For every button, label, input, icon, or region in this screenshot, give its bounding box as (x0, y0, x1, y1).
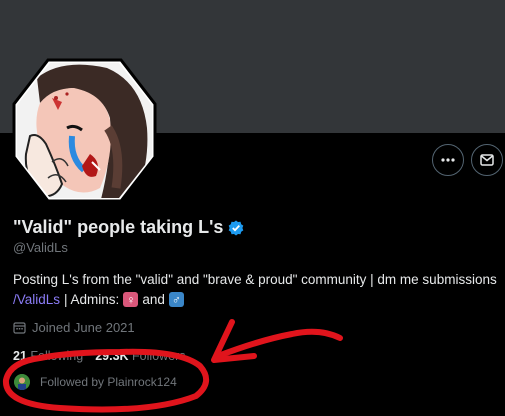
message-button[interactable] (471, 144, 503, 176)
display-name: "Valid" people taking L's (13, 217, 224, 237)
bio-admins-label: | Admins: (64, 292, 120, 307)
follower-avatar (14, 374, 30, 390)
profile-avatar[interactable] (12, 58, 157, 203)
bio-and: and (142, 292, 165, 307)
female-sign-icon: ♀ (123, 292, 139, 307)
verified-badge-icon[interactable] (228, 220, 244, 236)
following-label: Following (30, 349, 84, 363)
annotation-arrow-shaft (215, 328, 343, 359)
display-name-row: "Valid" people taking L's (13, 217, 244, 238)
joined-date: Joined June 2021 (13, 320, 135, 335)
following-count: 21 (13, 349, 27, 363)
followers-link[interactable]: 29.3K Followers (95, 349, 185, 363)
male-sign-icon: ♂ (168, 292, 184, 307)
handle: @ValidLs (13, 240, 68, 255)
annotation-arrow-head (211, 319, 257, 363)
followed-by[interactable]: Followed by Plainrock124 (14, 374, 177, 390)
joined-text: Joined June 2021 (32, 320, 135, 335)
following-link[interactable]: 21 Following (13, 349, 83, 363)
followers-label: Followers (132, 349, 186, 363)
bio-line-1: Posting L's from the "valid" and "brave … (13, 272, 497, 287)
bio-link[interactable]: /ValidLs (13, 292, 60, 307)
bio-line-2: /ValidLs | Admins: ♀ and ♂ (13, 292, 184, 307)
mail-icon (480, 154, 494, 166)
followed-by-text: Followed by Plainrock124 (40, 375, 177, 389)
more-icon (441, 158, 455, 162)
calendar-icon (13, 322, 26, 334)
followers-count: 29.3K (95, 349, 129, 363)
more-button[interactable] (432, 144, 464, 176)
follow-stats: 21 Following 29.3K Followers (13, 349, 186, 363)
